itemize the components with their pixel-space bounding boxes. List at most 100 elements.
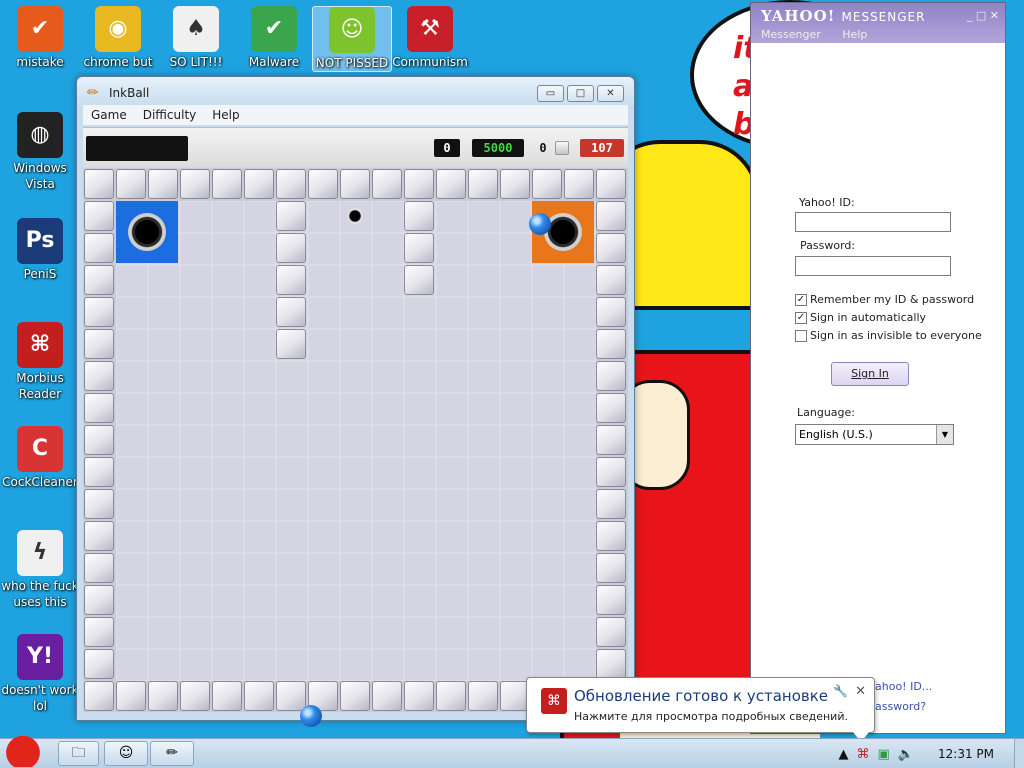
desktop-icon-11[interactable]: Y! doesn't work lol xyxy=(0,634,80,714)
desktop-icon-5[interactable]: ⚒ Communism xyxy=(390,6,470,70)
board-cell xyxy=(564,457,596,489)
update-notification[interactable]: ⌘ Обновление готово к установке Нажмите … xyxy=(526,677,875,742)
yahoo-id-input[interactable] xyxy=(795,212,951,232)
desktop-icon-glyph: C xyxy=(17,426,63,472)
desktop-icon-10[interactable]: ϟ who the fuck uses this xyxy=(0,530,80,610)
board-cell xyxy=(308,585,340,617)
taskbar-inkball[interactable]: ✏ xyxy=(150,741,194,766)
board-cell xyxy=(436,489,468,521)
auto-signin-checkbox[interactable]: ✓ Sign in automatically xyxy=(795,311,926,324)
desktop-icon-6[interactable]: ◍ Windows Vista xyxy=(0,112,80,192)
wall-block xyxy=(84,393,114,423)
board-cell xyxy=(436,521,468,553)
board-cell xyxy=(436,361,468,393)
desktop-icon-9[interactable]: C CockCleaner xyxy=(0,426,80,490)
remember-checkbox[interactable]: ✓ Remember my ID & password xyxy=(795,293,974,306)
board-cell xyxy=(372,553,404,585)
board-cell xyxy=(372,617,404,649)
board-cell xyxy=(340,457,372,489)
wall-block xyxy=(180,169,210,199)
network-icon[interactable]: ▣ xyxy=(878,747,890,762)
board-cell xyxy=(500,265,532,297)
desktop-icon-1[interactable]: ◉ chrome but xyxy=(78,6,158,70)
board-cell xyxy=(564,425,596,457)
inkball-window[interactable]: ✏ InkBall ▭ □ ✕ Game Difficulty Help 0 5… xyxy=(76,76,635,727)
board-cell xyxy=(436,553,468,585)
tray-expand-icon[interactable]: ▲ xyxy=(839,747,849,762)
inkball-menubar: Game Difficulty Help xyxy=(83,105,628,125)
sign-in-button[interactable]: Sign In xyxy=(831,362,909,386)
board-cell xyxy=(532,585,564,617)
desktop-icon-8[interactable]: ⌘ Morbius Reader xyxy=(0,322,80,402)
wall-block xyxy=(468,169,498,199)
quicklaunch-explorer[interactable]: 🗀 xyxy=(58,741,99,766)
forgot-id-link[interactable]: ahoo! ID... xyxy=(875,680,932,693)
board-cell xyxy=(308,649,340,681)
board-cell xyxy=(404,425,436,457)
taskbar-yahoo[interactable]: ☺ xyxy=(104,741,148,766)
wall-block xyxy=(404,169,434,199)
board-cell xyxy=(180,265,212,297)
desktop-icon-glyph: ♠ xyxy=(173,6,219,52)
auto-check-icon[interactable]: ✓ xyxy=(795,311,807,324)
ym-menu-help[interactable]: Help xyxy=(842,28,867,41)
menu-difficulty[interactable]: Difficulty xyxy=(135,108,205,122)
board-cell xyxy=(276,649,308,681)
board-cell xyxy=(212,425,244,457)
password-label: Password: xyxy=(800,239,856,252)
invisible-check-icon[interactable] xyxy=(795,329,807,342)
ym-window-controls[interactable]: _ □ ✕ xyxy=(967,9,999,22)
volume-icon[interactable]: 🔈 xyxy=(898,747,914,762)
yahoo-messenger-window[interactable]: YAHOO! MESSENGER _ □ ✕ Messenger Help Ya… xyxy=(750,2,1006,734)
menu-game[interactable]: Game xyxy=(83,108,135,122)
board-cell xyxy=(532,457,564,489)
board-cell xyxy=(308,329,340,361)
ym-menubar: Messenger Help xyxy=(761,28,885,41)
board-cell xyxy=(212,265,244,297)
language-select[interactable]: English (U.S.) ▼ xyxy=(795,424,954,445)
board-cell xyxy=(180,585,212,617)
board-cell xyxy=(372,457,404,489)
board-cell xyxy=(212,297,244,329)
wall-block xyxy=(84,169,114,199)
forgot-password-link[interactable]: assword? xyxy=(875,700,926,713)
board-cell xyxy=(372,361,404,393)
ym-menu-messenger[interactable]: Messenger xyxy=(761,28,821,41)
board-cell xyxy=(116,553,148,585)
close-icon[interactable]: ✕ xyxy=(855,684,866,699)
desktop-icon-0[interactable]: ✔ mistake xyxy=(0,6,80,70)
board-cell xyxy=(564,265,596,297)
maximize-button[interactable]: □ xyxy=(567,85,594,102)
board-cell xyxy=(340,329,372,361)
wall-block xyxy=(596,489,626,519)
remember-check-icon[interactable]: ✓ xyxy=(795,293,807,306)
chevron-down-icon[interactable]: ▼ xyxy=(936,425,953,444)
board-cell xyxy=(244,265,276,297)
board-cell xyxy=(340,297,372,329)
desktop-icon-7[interactable]: Ps PeniS xyxy=(0,218,80,282)
board-cell xyxy=(436,329,468,361)
board-cell xyxy=(340,585,372,617)
invisible-checkbox[interactable]: Sign in as invisible to everyone xyxy=(795,329,982,342)
game-board[interactable] xyxy=(83,168,628,727)
menu-help[interactable]: Help xyxy=(204,108,247,122)
desktop-icon-4[interactable]: ☺ NOT PISSED xyxy=(312,6,392,72)
show-desktop-button[interactable] xyxy=(1014,739,1024,768)
minimize-button[interactable]: ▭ xyxy=(537,85,564,102)
clock[interactable]: 12:31 PM xyxy=(938,747,994,761)
board-cell xyxy=(244,329,276,361)
desktop-icon-2[interactable]: ♠ SO LIT!!! xyxy=(156,6,236,70)
board-cell xyxy=(180,553,212,585)
board-cell xyxy=(532,553,564,585)
password-input[interactable] xyxy=(795,256,951,276)
wall-block xyxy=(276,329,306,359)
board-cell xyxy=(372,489,404,521)
board-cell xyxy=(404,297,436,329)
adobe-tray-icon[interactable]: ⌘ xyxy=(857,747,870,762)
wall-block xyxy=(116,681,146,711)
board-cell xyxy=(308,521,340,553)
wrench-icon[interactable]: 🔧 xyxy=(833,684,848,698)
close-button[interactable]: ✕ xyxy=(597,85,624,102)
desktop-icon-3[interactable]: ✔ Malware xyxy=(234,6,314,70)
start-button[interactable] xyxy=(2,731,50,768)
